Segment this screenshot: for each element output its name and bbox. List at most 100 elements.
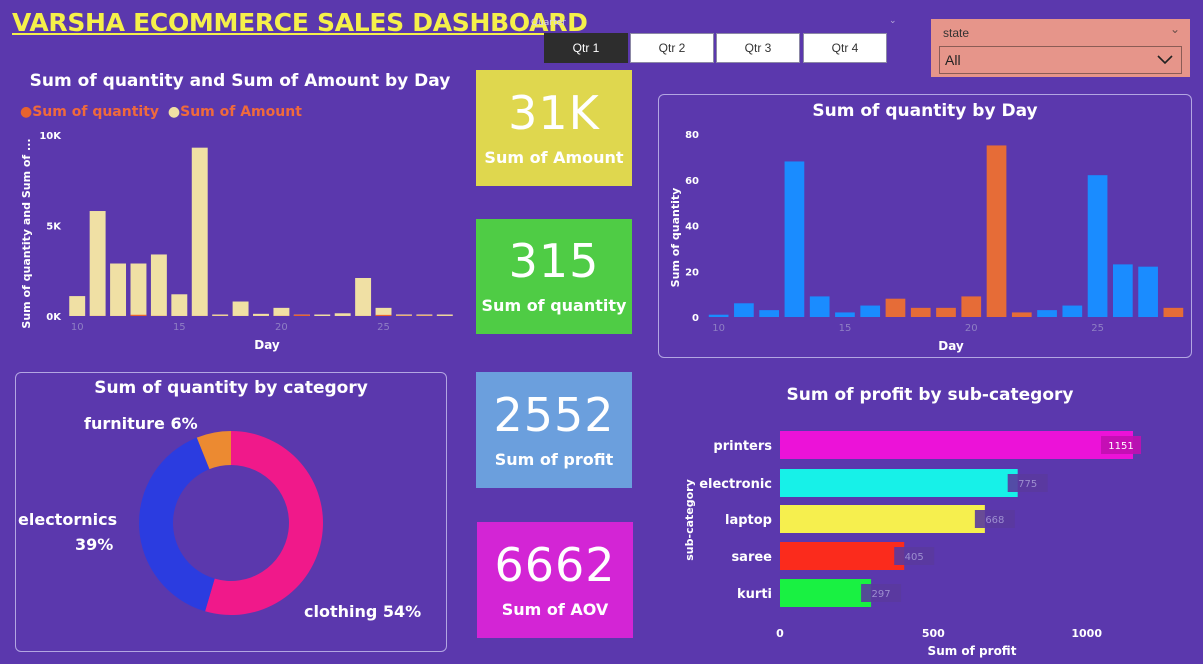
bar-quantity bbox=[885, 298, 906, 317]
bar-profit bbox=[780, 469, 1018, 497]
bar-profit bbox=[780, 579, 872, 607]
category-label: kurti bbox=[737, 587, 772, 602]
x-tick-label: 0 bbox=[776, 627, 784, 640]
chart-qty-amount-by-day: 0K 5K 10K 10 15 20 25 Day Sum of quantity and Su… bbox=[20, 131, 453, 352]
kpi-amount-value: 31K bbox=[508, 85, 600, 140]
slice-label-furniture: furniture 6% bbox=[84, 414, 198, 433]
bar-profit bbox=[780, 505, 985, 533]
bar-amount bbox=[69, 296, 86, 316]
bar-quantity bbox=[910, 307, 931, 317]
state-slicer: state ⌄ All bbox=[931, 19, 1190, 77]
bar-amount bbox=[191, 147, 208, 316]
bar-profit bbox=[780, 542, 905, 570]
x-tick-label: 500 bbox=[922, 627, 945, 640]
bar-quantity bbox=[961, 296, 982, 317]
x-tick-label: 20 bbox=[275, 322, 288, 333]
collapse-chevron-icon[interactable]: ⌄ bbox=[1170, 22, 1180, 36]
bar-quantity bbox=[835, 312, 855, 317]
x-tick-label: 15 bbox=[839, 323, 852, 334]
quarter-button-3[interactable]: Qtr 3 bbox=[716, 33, 800, 63]
y-tick-label: 40 bbox=[685, 222, 699, 233]
category-label: electronic bbox=[699, 477, 772, 492]
kpi-card-profit: 2552 Sum of profit bbox=[476, 372, 632, 488]
y-tick-label: 5K bbox=[46, 222, 62, 233]
kpi-amount-label: Sum of Amount bbox=[484, 147, 624, 167]
chart-legend: ●Sum of quantity ●Sum of Amount bbox=[20, 104, 302, 120]
y-tick-label: 80 bbox=[685, 130, 699, 141]
y-axis-title: sub-category bbox=[683, 479, 696, 561]
bar-quantity bbox=[784, 161, 805, 317]
y-tick-label: 20 bbox=[685, 267, 699, 278]
x-tick-label: 25 bbox=[377, 322, 390, 333]
x-tick-label: 15 bbox=[173, 322, 186, 333]
chevron-down-icon bbox=[1157, 55, 1173, 65]
x-tick-label: 25 bbox=[1091, 323, 1104, 334]
quarter-button-1[interactable]: Qtr 1 bbox=[544, 33, 628, 63]
bar-amount bbox=[150, 254, 167, 316]
chart-title-qty-by-day: Sum of quantity by Day bbox=[812, 101, 1038, 121]
kpi-quantity-value: 315 bbox=[508, 234, 600, 288]
quarter-button-2[interactable]: Qtr 2 bbox=[630, 33, 714, 63]
legend-dot-amount-icon: ● bbox=[167, 104, 181, 120]
quarter-slicer-label: Quarter bbox=[531, 18, 566, 28]
quarter-button-4[interactable]: Qtr 4 bbox=[803, 33, 887, 63]
bar-amount bbox=[89, 211, 106, 316]
y-tick-label: 0K bbox=[46, 312, 62, 323]
bar-amount bbox=[232, 301, 249, 316]
x-tick-label: 10 bbox=[712, 323, 725, 334]
bar-quantity bbox=[1112, 264, 1133, 317]
bar-amount bbox=[334, 313, 351, 316]
x-axis-title: Day bbox=[938, 339, 964, 353]
x-axis-title: Day bbox=[254, 338, 280, 352]
y-axis-title: Sum of quantity bbox=[669, 188, 682, 288]
state-slicer-label: state bbox=[943, 26, 970, 40]
y-tick-label: 0 bbox=[692, 313, 699, 324]
kpi-profit-value: 2552 bbox=[493, 387, 615, 442]
bar-quantity bbox=[734, 303, 754, 317]
x-tick-label: 20 bbox=[965, 323, 978, 334]
bar-quantity bbox=[130, 314, 147, 316]
state-dropdown-value: All bbox=[945, 52, 961, 68]
bar-amount bbox=[130, 263, 147, 316]
legend-label-quantity: Sum of quantity bbox=[32, 104, 160, 120]
bar-quantity bbox=[809, 296, 830, 317]
legend-dot-quantity-icon: ● bbox=[20, 104, 33, 120]
state-dropdown[interactable]: All bbox=[939, 46, 1182, 74]
chevron-down-icon[interactable]: ⌄ bbox=[889, 16, 897, 26]
kpi-card-quantity: 315 Sum of quantity bbox=[476, 219, 632, 334]
x-axis-title: Sum of profit bbox=[928, 644, 1017, 658]
category-label: saree bbox=[731, 550, 772, 565]
data-label: 1151 bbox=[1108, 441, 1133, 452]
bar-quantity bbox=[986, 145, 1007, 317]
bar-quantity bbox=[1037, 310, 1057, 317]
data-label: 297 bbox=[872, 589, 891, 600]
chart-profit-by-subcategory: printers 1151 electronic 775 laptop 668 saree 4… bbox=[683, 431, 1141, 658]
kpi-aov-label: Sum of AOV bbox=[501, 599, 609, 619]
bar-amount bbox=[212, 314, 229, 316]
x-tick-label: 1000 bbox=[1071, 627, 1102, 640]
bar-quantity bbox=[936, 307, 956, 317]
donut-slice-electronics bbox=[139, 437, 215, 612]
kpi-card-aov: 6662 Sum of AOV bbox=[477, 522, 633, 638]
slice-label-electronics-pct: 39% bbox=[75, 535, 113, 554]
chart-qty-by-day: 0 20 40 60 80 10 15 20 25 Day Sum of quantity bbox=[669, 130, 1184, 353]
bar-quantity bbox=[860, 305, 881, 317]
bar-amount bbox=[273, 307, 290, 316]
data-label: 668 bbox=[985, 515, 1004, 526]
slice-label-electronics-name: electornics bbox=[18, 510, 117, 529]
kpi-quantity-label: Sum of quantity bbox=[481, 296, 627, 315]
legend-label-amount: Sum of Amount bbox=[180, 104, 302, 120]
data-label: 775 bbox=[1018, 479, 1037, 490]
y-axis-title: Sum of quantity and Sum of ... bbox=[20, 138, 33, 328]
chart-title-qty-amount: Sum of quantity and Sum of Amount by Day bbox=[29, 71, 451, 91]
bar-quantity bbox=[1163, 307, 1184, 317]
data-label: 405 bbox=[905, 552, 924, 563]
x-tick-label: 10 bbox=[71, 322, 84, 333]
bar-quantity bbox=[1138, 266, 1158, 317]
bar-amount bbox=[253, 313, 269, 316]
y-tick-label: 60 bbox=[685, 176, 699, 187]
chart-title-profit-by-subcategory: Sum of profit by sub-category bbox=[786, 385, 1074, 405]
bar-amount bbox=[375, 307, 392, 316]
bar-quantity bbox=[1087, 175, 1108, 317]
category-label: printers bbox=[713, 439, 772, 454]
